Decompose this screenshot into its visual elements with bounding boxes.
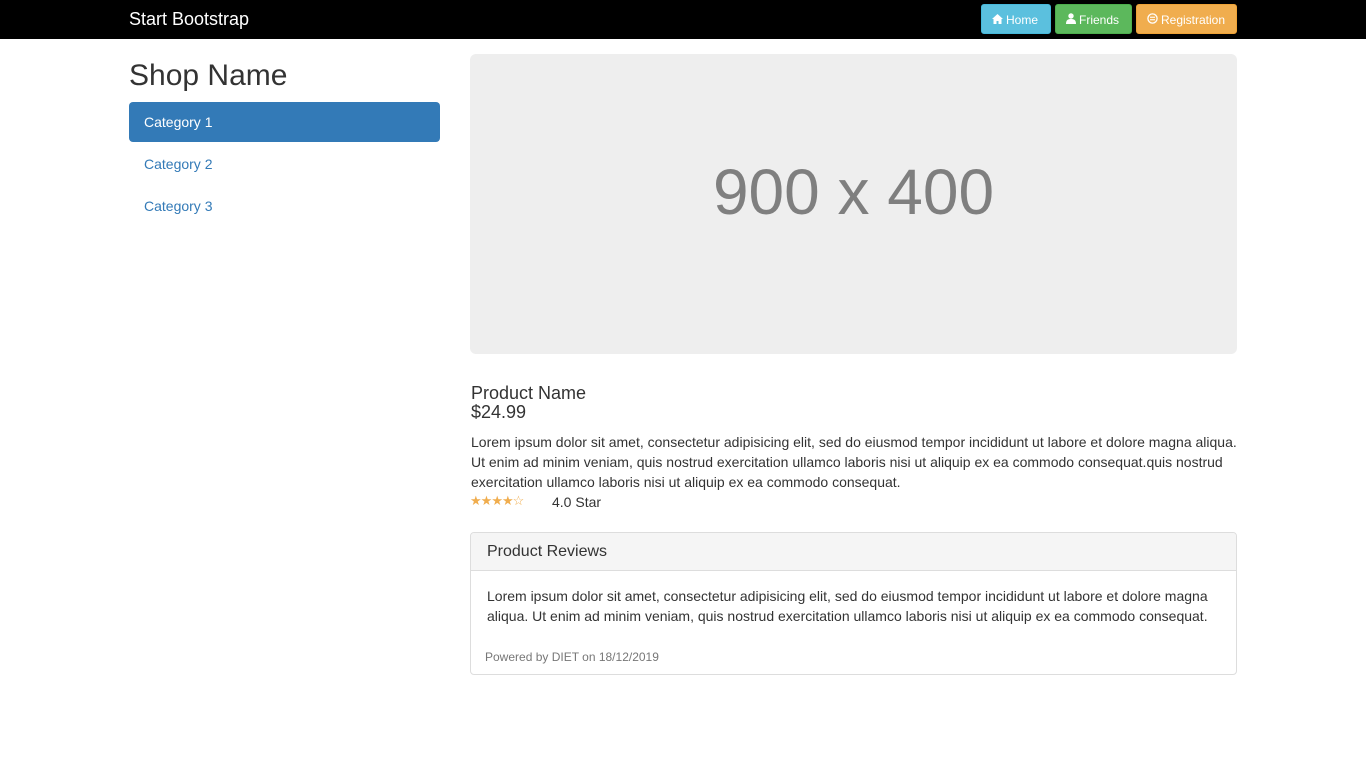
- sidebar-item-category-2[interactable]: Category 2: [129, 144, 440, 184]
- friends-button-label: Friends: [1079, 13, 1120, 27]
- home-icon: [992, 5, 1003, 35]
- product-image-placeholder: 900 x 400: [470, 54, 1237, 354]
- empty-star-icon: ☆: [512, 493, 525, 508]
- reviews-panel: Product Reviews Lorem ipsum dolor sit am…: [470, 532, 1237, 675]
- registration-button[interactable]: Registration: [1136, 4, 1237, 34]
- navbar-brand[interactable]: Start Bootstrap: [129, 8, 249, 30]
- shop-name-heading: Shop Name: [129, 59, 288, 92]
- product-name: Product Name: [471, 383, 587, 403]
- friends-button[interactable]: Friends: [1055, 4, 1132, 34]
- product-description: Lorem ipsum dolor sit amet, consectetur …: [471, 434, 1237, 490]
- rating-text: 4.0 Star: [552, 494, 602, 510]
- review-footnote: Powered by DIET on 18/12/2019: [485, 650, 659, 664]
- registration-button-label: Registration: [1161, 13, 1226, 27]
- placeholder-label: 900 x 400: [712, 156, 995, 228]
- sidebar-item-category-1[interactable]: Category 1: [129, 102, 440, 142]
- top-navbar: Start Bootstrap Home Friends Registratio…: [0, 0, 1366, 39]
- review-text: Lorem ipsum dolor sit amet, consectetur …: [487, 588, 1208, 624]
- star-icon: ★: [501, 493, 514, 508]
- product-price: $24.99: [471, 402, 527, 422]
- home-button-label: Home: [1006, 13, 1039, 27]
- user-icon: [1066, 5, 1076, 35]
- star-rating: ★★★★☆: [470, 492, 525, 510]
- star-icon: ★: [491, 493, 503, 508]
- home-button[interactable]: Home: [981, 4, 1051, 34]
- star-icon: ★: [480, 493, 493, 508]
- sidebar-item-category-3[interactable]: Category 3: [129, 186, 440, 226]
- reviews-panel-title: Product Reviews: [471, 533, 1236, 571]
- star-icon: ★: [470, 493, 482, 508]
- registration-icon: [1147, 5, 1158, 35]
